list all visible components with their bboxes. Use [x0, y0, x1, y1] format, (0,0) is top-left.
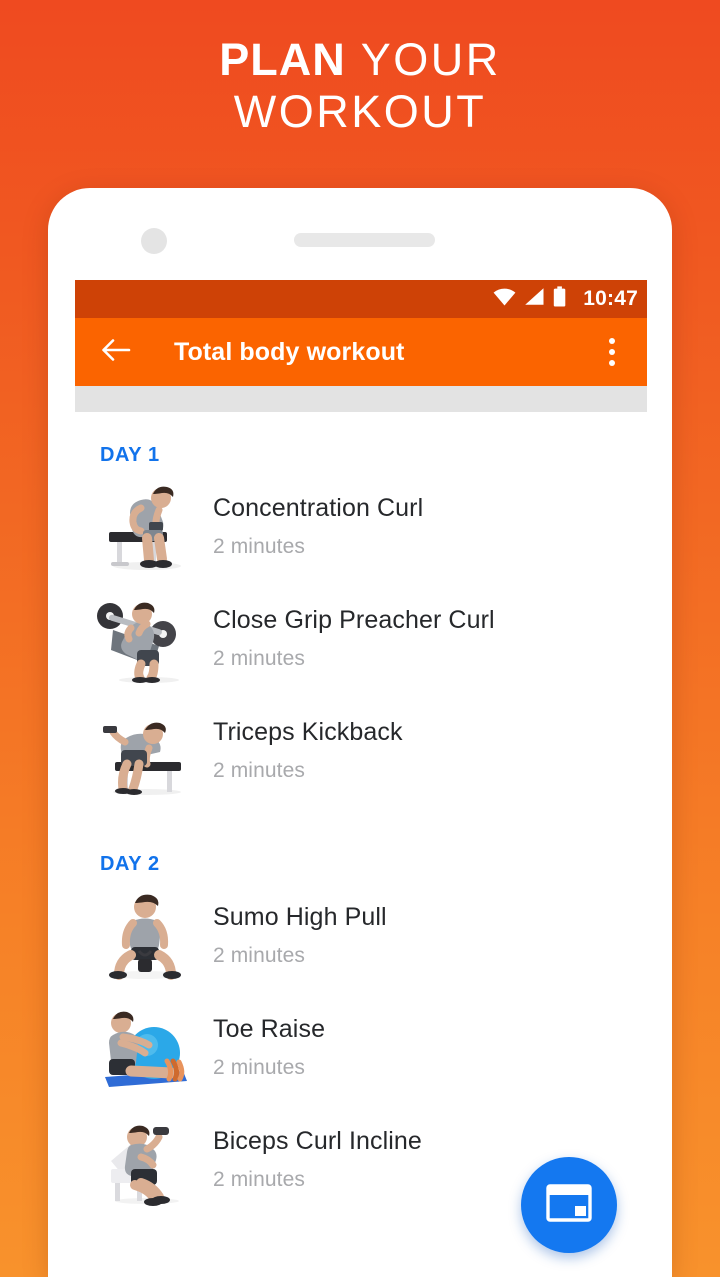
headline-word-your	[346, 34, 361, 85]
list-item-text: Sumo High Pull 2 minutes	[213, 902, 387, 969]
back-button[interactable]	[96, 332, 136, 372]
list-item[interactable]: Concentration Curl 2 minutes	[75, 471, 647, 583]
list-item-text: Close Grip Preacher Curl 2 minutes	[213, 605, 495, 672]
camera-dot-icon	[141, 228, 167, 254]
more-vertical-icon[interactable]	[595, 331, 629, 373]
exercise-name: Triceps Kickback	[213, 717, 403, 746]
exercise-name: Sumo High Pull	[213, 902, 387, 931]
exercise-name: Concentration Curl	[213, 493, 424, 522]
list-item-text: Toe Raise 2 minutes	[213, 1014, 326, 1081]
battery-icon	[553, 286, 566, 312]
overflow-dot-1	[609, 338, 615, 344]
arrow-left-icon	[100, 337, 132, 368]
sumo-high-pull-thumbnail	[97, 889, 193, 983]
promo-stage: PLAN YOUR WORKOUT 10:47 Total body worko…	[0, 0, 720, 1277]
wifi-icon	[493, 287, 516, 311]
exercise-duration: 2 minutes	[213, 1168, 305, 1192]
list-item[interactable]: Toe Raise 2 minutes	[75, 992, 647, 1104]
page-title: Total body workout	[174, 337, 405, 366]
headline-line-2: WORKOUT	[233, 86, 487, 138]
exercise-name: Biceps Curl Incline	[213, 1126, 422, 1155]
exercise-duration: 2 minutes	[213, 944, 305, 968]
headline-line-1: PLAN YOUR	[0, 34, 720, 86]
app-bar: Total body workout	[75, 318, 647, 386]
exercise-duration: 2 minutes	[213, 1056, 305, 1080]
day-header-2: DAY 2	[100, 853, 160, 875]
workout-list[interactable]: DAY 1 Concentration Curl 2 minutes Close…	[75, 412, 647, 1277]
cellular-signal-icon	[524, 287, 545, 311]
window-card-icon	[546, 1183, 592, 1227]
toe-raise-thumbnail	[97, 1001, 193, 1095]
list-item-text: Concentration Curl 2 minutes	[213, 493, 424, 560]
overflow-dot-2	[609, 349, 615, 355]
list-item[interactable]: Close Grip Preacher Curl 2 minutes	[75, 583, 647, 695]
day-header-1: DAY 1	[100, 444, 160, 466]
close-grip-preacher-curl-thumbnail	[97, 592, 193, 686]
triceps-kickback-thumbnail	[97, 704, 193, 798]
promo-headline: PLAN YOUR WORKOUT	[0, 34, 720, 138]
floating-action-button[interactable]	[521, 1157, 617, 1253]
list-item-text: Biceps Curl Incline 2 minutes	[213, 1126, 422, 1193]
overflow-dot-3	[609, 360, 615, 366]
list-item[interactable]: Triceps Kickback 2 minutes	[75, 695, 647, 807]
exercise-duration: 2 minutes	[213, 759, 305, 783]
phone-mockup-frame: 10:47 Total body workout DAY 1 Concentra…	[48, 188, 672, 1277]
earpiece-speaker-icon	[294, 233, 435, 247]
exercise-duration: 2 minutes	[213, 647, 305, 671]
headline-word-your-text: YOUR	[360, 34, 501, 85]
exercise-name: Close Grip Preacher Curl	[213, 605, 495, 634]
phone-screen: 10:47 Total body workout DAY 1 Concentra…	[75, 280, 647, 1277]
list-item[interactable]: Sumo High Pull 2 minutes	[75, 880, 647, 992]
biceps-curl-incline-thumbnail	[97, 1113, 193, 1207]
headline-word-plan: PLAN	[219, 34, 346, 85]
list-item-text: Triceps Kickback 2 minutes	[213, 717, 403, 784]
status-bar-icons: 10:47	[493, 286, 638, 312]
app-bar-shadow-strip	[75, 386, 647, 412]
exercise-name: Toe Raise	[213, 1014, 326, 1043]
exercise-duration: 2 minutes	[213, 535, 305, 559]
concentration-curl-thumbnail	[97, 480, 193, 574]
status-bar-time: 10:47	[583, 287, 638, 310]
status-bar: 10:47	[75, 280, 647, 318]
